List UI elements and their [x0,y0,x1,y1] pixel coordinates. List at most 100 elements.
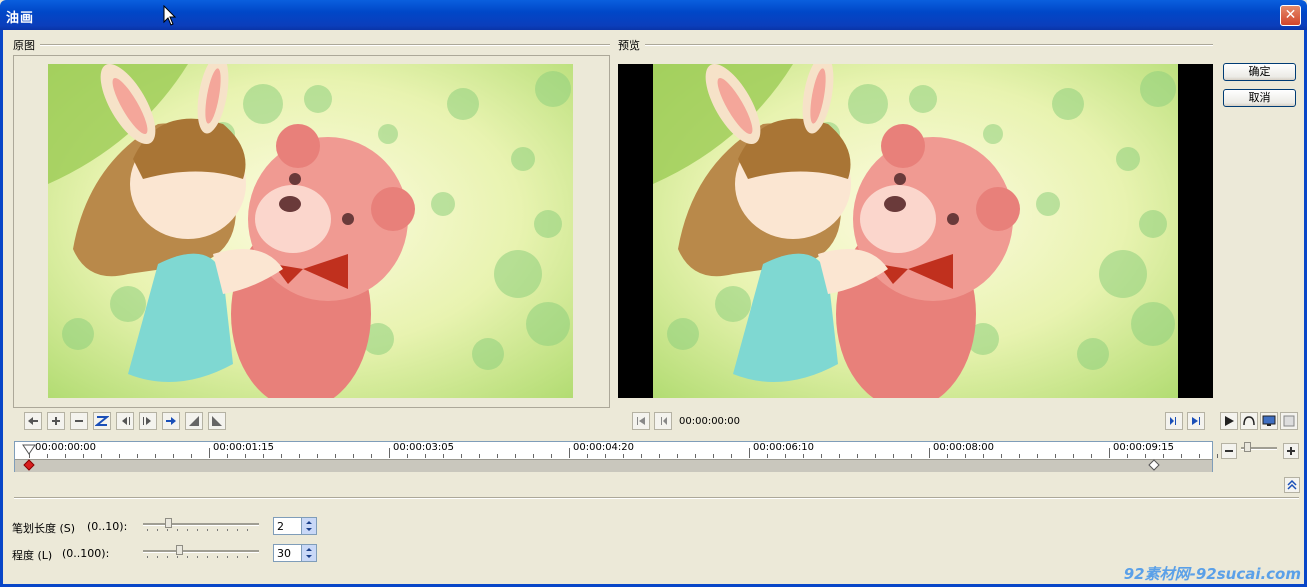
close-button[interactable]: ✕ [1280,5,1301,26]
timeline-tick [443,454,444,458]
degree-slider[interactable] [143,545,259,559]
timeline-tick [911,454,912,458]
preview-image [653,64,1178,398]
timeline-tick [803,454,804,458]
keyframe-timeline[interactable]: 00:00:00:00 00:00:01:15 00:00:03:05 00:0… [14,441,1218,472]
timeline-tick [785,454,786,458]
timeline-label: 00:00:06:10 [753,442,815,453]
preview-monitor-icon[interactable] [1260,412,1278,430]
fade-in-icon[interactable] [185,412,203,430]
original-image [48,64,573,398]
fade-out-icon[interactable] [208,412,226,430]
degree-value[interactable]: 30 [277,547,291,560]
timeline-tick [83,454,84,458]
cancel-button[interactable]: 取消 [1223,89,1296,107]
timeline-tick [1055,454,1056,458]
end-keyframe-icon[interactable] [1148,459,1160,471]
timeline-tick [263,454,264,458]
move-keyframe-right-icon[interactable] [139,412,157,430]
timeline-label: 00:00:00:00 [35,442,97,453]
playhead-marker-icon[interactable] [22,444,36,456]
timeline-tick [1127,454,1128,458]
timeline-tick [1001,454,1002,458]
previous-frame-icon[interactable] [654,412,672,430]
title-bar[interactable]: 油画 ✕ [0,0,1307,30]
stroke-length-value[interactable]: 2 [277,520,284,533]
spinner-arrows-icon[interactable] [301,545,316,561]
timeline-tick [695,454,696,458]
timeline-tick [299,454,300,458]
zoom-out-icon[interactable] [1221,443,1237,459]
start-keyframe-icon[interactable] [23,459,35,471]
timeline-label: 00:00:09:15 [1113,442,1175,453]
zoom-in-icon[interactable] [1283,443,1299,459]
timeline-tick [1073,454,1074,458]
timeline-tick [371,454,372,458]
timeline-tick [389,448,390,458]
delete-keyframe-icon[interactable] [70,412,88,430]
stroke-length-range: (0..10): [87,520,128,533]
timeline-tick [839,454,840,458]
timeline-tick [173,454,174,458]
go-to-start-icon[interactable] [632,412,650,430]
timeline-tick [1199,454,1200,458]
timeline-tick [605,454,606,458]
timeline-label: 00:00:01:15 [213,442,275,453]
timeline-tick [101,454,102,458]
timeline-tick [767,454,768,458]
go-to-previous-keyframe-icon[interactable] [24,412,42,430]
timeline-tick [317,454,318,458]
stroke-length-spinner[interactable]: 2 [273,517,317,535]
add-keyframe-icon[interactable] [47,412,65,430]
settings-icon[interactable] [1280,412,1298,430]
timeline-tick [623,454,624,458]
preview-label: 预览 [618,39,640,52]
go-to-next-keyframe-icon[interactable] [162,412,180,430]
timeline-tick [65,454,66,458]
timeline-track[interactable] [15,459,1212,472]
timeline-tick [641,454,642,458]
timeline-tick [281,454,282,458]
loop-icon[interactable] [1240,412,1258,430]
collapse-options-icon[interactable] [1284,477,1300,493]
timeline-label: 00:00:04:20 [573,442,635,453]
go-to-end-icon[interactable] [1187,412,1205,430]
timeline-tick [191,454,192,458]
timeline-tick [425,454,426,458]
timeline-tick [659,454,660,458]
timeline-tick [857,454,858,458]
timeline-tick [569,448,570,458]
timeline-tick [137,454,138,458]
degree-label: 程度 (L) [12,549,53,562]
stroke-length-slider[interactable] [143,518,259,532]
timeline-label: 00:00:03:05 [393,442,455,453]
timeline-tick [731,454,732,458]
preview-panel [618,64,1213,398]
timeline-tick [1019,454,1020,458]
timeline-tick [47,454,48,458]
divider [14,497,1299,499]
next-frame-icon[interactable] [1165,412,1183,430]
timeline-tick [821,454,822,458]
reverse-keyframes-icon[interactable] [93,412,111,430]
ok-button[interactable]: 确定 [1223,63,1296,81]
timeline-tick [119,454,120,458]
move-keyframe-left-icon[interactable] [116,412,134,430]
timeline-tick [515,454,516,458]
play-icon[interactable] [1220,412,1238,430]
timeline-tick [209,448,210,458]
cartoon-girl-bear-image [48,64,573,398]
timeline-tick [1163,454,1164,458]
timeline-tick [1091,454,1092,458]
degree-spinner[interactable]: 30 [273,544,317,562]
timeline-tick [407,454,408,458]
timeline-tick [929,448,930,458]
mouse-cursor-icon [163,5,177,26]
stroke-length-label: 笔划长度 (S) [12,522,76,535]
timeline-tick [1109,448,1110,458]
window-title: 油画 [6,11,35,26]
divider [40,44,610,46]
zoom-slider[interactable] [1241,442,1277,456]
original-label: 原图 [13,39,35,52]
spinner-arrows-icon[interactable] [301,518,316,534]
